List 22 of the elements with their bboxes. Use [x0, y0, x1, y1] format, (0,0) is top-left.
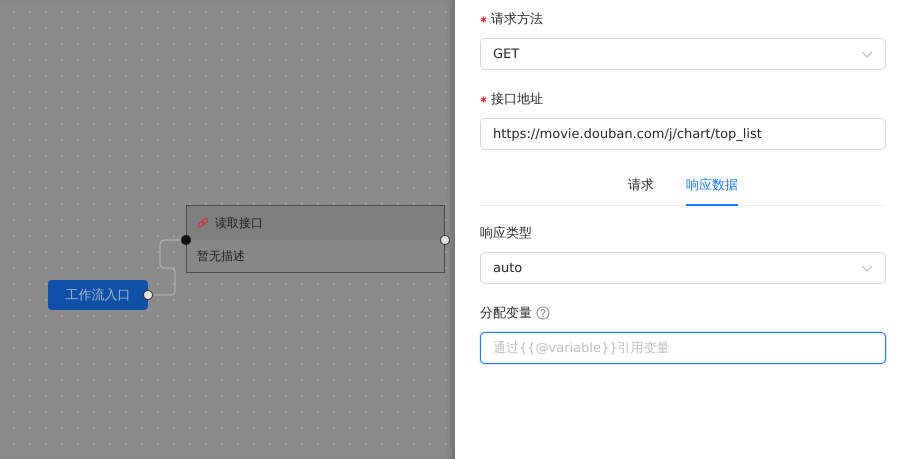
select-field[interactable]: auto [480, 252, 886, 284]
input-field[interactable]: 通过{{@variable}}引用变量 [480, 332, 886, 364]
select-field[interactable]: GET [480, 38, 886, 70]
input-port[interactable] [181, 235, 191, 245]
field-label: 分配变量 [480, 305, 532, 322]
node-description: 暂无描述 [197, 249, 245, 263]
chevron-down-icon [861, 50, 873, 58]
chevron-down-icon [861, 264, 873, 272]
output-port[interactable] [143, 290, 153, 300]
connector-line [154, 239, 181, 296]
workflow-node[interactable]: 读取接口 暂无描述 [186, 205, 445, 273]
help-icon[interactable] [536, 306, 550, 320]
input-field[interactable]: https://movie.douban.com/j/chart/top_list [480, 118, 886, 150]
field-label: 请求方法 [491, 11, 543, 28]
link-icon [197, 217, 209, 229]
tab[interactable]: 响应数据 [686, 170, 738, 206]
entry-node[interactable]: 工作流入口 [48, 280, 148, 310]
node-title: 读取接口 [215, 214, 263, 232]
tab[interactable]: 请求 [628, 170, 654, 206]
output-port[interactable] [440, 235, 450, 245]
field-label: 接口地址 [491, 91, 543, 108]
field-label: 响应类型 [480, 225, 532, 242]
